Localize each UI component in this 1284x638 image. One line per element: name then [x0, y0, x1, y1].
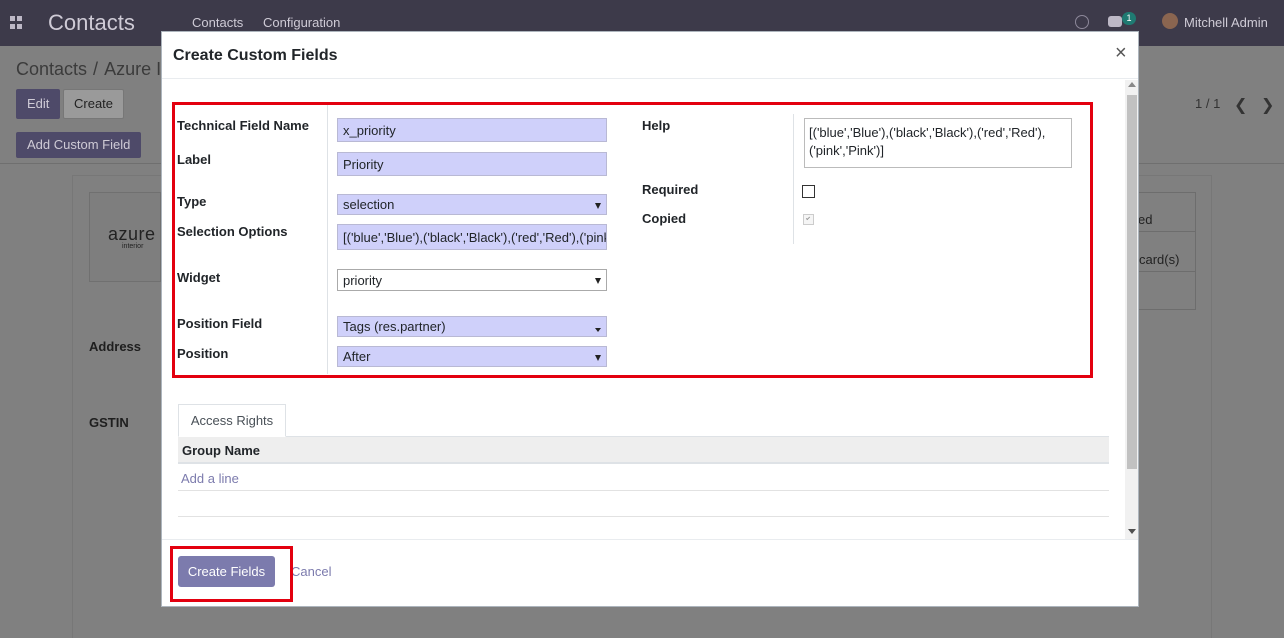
- chevron-right-icon[interactable]: ❯: [1261, 95, 1274, 115]
- table-row-divider: [178, 516, 1109, 517]
- scroll-up-arrow-icon[interactable]: [1128, 82, 1136, 87]
- dialog-body: Technical Field Name Label Type Selectio…: [162, 80, 1138, 539]
- create-button[interactable]: Create: [63, 89, 125, 119]
- scroll-down-arrow-icon[interactable]: [1128, 529, 1136, 534]
- pager-value: 1 / 1: [1195, 96, 1221, 111]
- clock-icon[interactable]: [1075, 15, 1089, 29]
- breadcrumb-current: Azure I: [104, 59, 162, 79]
- logo-subtext: interior: [122, 243, 144, 250]
- dialog-header: Create Custom Fields ×: [162, 32, 1138, 79]
- add-line-link[interactable]: Add a line: [181, 471, 239, 486]
- table-header: Group Name: [178, 437, 1109, 464]
- breadcrumb-parent[interactable]: Contacts: [16, 59, 87, 79]
- chat-badge: 1: [1122, 12, 1136, 25]
- gstin-label: GSTIN: [89, 415, 129, 430]
- avatar[interactable]: [1162, 13, 1178, 29]
- breadcrumb: Contacts / Azure I: [16, 59, 161, 80]
- create-button-highlight-box: [170, 546, 293, 602]
- vertical-scrollbar[interactable]: [1125, 80, 1138, 539]
- cancel-button[interactable]: Cancel: [291, 564, 331, 579]
- menu-contacts[interactable]: Contacts: [192, 15, 243, 30]
- dialog-title: Create Custom Fields: [173, 47, 338, 64]
- close-icon[interactable]: ×: [1115, 43, 1127, 63]
- chevron-left-icon[interactable]: ❮: [1234, 95, 1247, 115]
- menu-configuration[interactable]: Configuration: [263, 15, 340, 30]
- smart-button-text-1[interactable]: ed: [1138, 212, 1152, 227]
- fields-highlight-box: [172, 102, 1093, 378]
- column-group-name[interactable]: Group Name: [182, 443, 260, 458]
- dialog-footer: Create Fields Cancel: [162, 539, 1138, 606]
- chat-icon[interactable]: [1108, 16, 1122, 27]
- table-row-divider: [178, 490, 1109, 491]
- apps-grid-icon[interactable]: [10, 16, 23, 29]
- logo-text: azure: [108, 224, 156, 244]
- app-title[interactable]: Contacts: [48, 10, 135, 36]
- create-custom-fields-dialog: Create Custom Fields × Technical Field N…: [161, 31, 1139, 607]
- scrollbar-thumb[interactable]: [1127, 95, 1137, 469]
- add-custom-field-button[interactable]: Add Custom Field: [16, 132, 142, 158]
- tab-access-rights[interactable]: Access Rights: [178, 404, 286, 437]
- edit-button[interactable]: Edit: [16, 89, 61, 119]
- smart-button-text-2[interactable]: card(s): [1139, 252, 1179, 267]
- breadcrumb-separator: /: [93, 59, 99, 79]
- address-label: Address: [89, 339, 142, 354]
- user-name[interactable]: Mitchell Admin: [1184, 15, 1268, 30]
